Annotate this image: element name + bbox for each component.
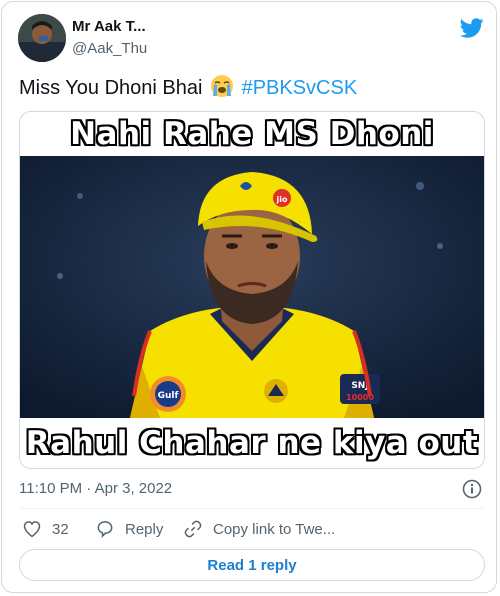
svg-text:Gulf: Gulf	[158, 391, 179, 401]
author-display-name[interactable]: Mr Aak T...	[72, 18, 146, 35]
meme-bottom-caption: Rahul Chahar ne kiya out	[25, 425, 479, 461]
tweet-media-image[interactable]: Nahi Rahe MS Dhoni jio Gulf SNJ 10000 Ra…	[19, 111, 485, 469]
meme-top-band: Nahi Rahe MS Dhoni	[20, 112, 484, 156]
reply-button[interactable]: Reply	[95, 518, 163, 540]
avatar[interactable]	[18, 14, 66, 62]
tweet-text: Miss You Dhoni Bhai #PBKSvCSK	[19, 74, 357, 104]
dhoni-photo: jio Gulf SNJ 10000	[20, 156, 484, 418]
heart-icon	[23, 521, 41, 538]
copy-link-button[interactable]: Copy link to Twe...	[183, 518, 335, 540]
tweet-body: Miss You Dhoni Bhai	[19, 77, 203, 99]
info-icon[interactable]	[461, 478, 483, 500]
copy-link-label: Copy link to Twe...	[213, 520, 336, 538]
loudly-crying-face-icon	[210, 74, 234, 104]
divider	[19, 508, 485, 509]
like-count: 32	[52, 520, 69, 538]
hashtag-link[interactable]: #PBKSvCSK	[242, 77, 358, 99]
tweet-card: Mr Aak T... @Aak_Thu Miss You Dhoni Bhai…	[1, 1, 497, 593]
tweet-timestamp[interactable]: 11:10 PM · Apr 3, 2022	[19, 480, 172, 497]
reply-icon	[97, 521, 113, 538]
read-replies-button[interactable]: Read 1 reply	[19, 549, 485, 581]
twitter-bird-icon[interactable]	[459, 16, 484, 40]
author-handle[interactable]: @Aak_Thu	[72, 40, 147, 57]
link-icon	[184, 520, 202, 538]
svg-text:jio: jio	[276, 195, 288, 204]
meme-top-caption: Nahi Rahe MS Dhoni	[70, 116, 434, 152]
meme-bottom-band: Rahul Chahar ne kiya out	[20, 418, 484, 468]
reply-label: Reply	[125, 520, 164, 538]
like-button[interactable]: 32	[22, 518, 69, 540]
